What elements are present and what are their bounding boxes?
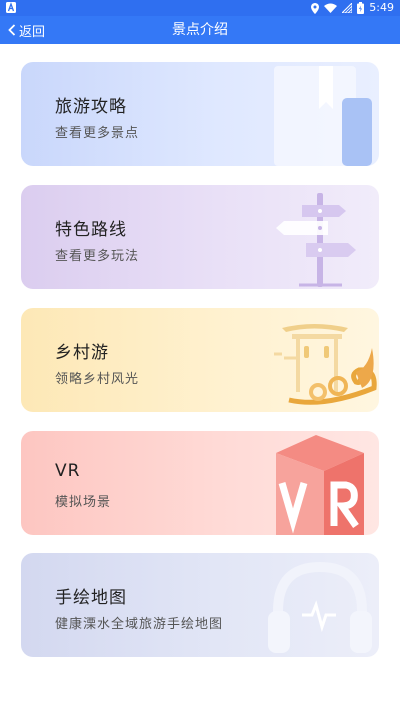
card-title: 手绘地图 xyxy=(55,588,127,608)
book-icon xyxy=(274,66,372,166)
card-rural-tour[interactable]: 乡村游 领略乡村风光 xyxy=(21,308,379,412)
chevron-left-icon xyxy=(8,24,16,36)
back-button[interactable]: 返回 xyxy=(8,16,45,44)
wifi-icon xyxy=(324,3,338,13)
status-bar: 5:49 xyxy=(0,0,400,16)
card-subtitle: 查看更多玩法 xyxy=(55,249,140,264)
card-title: 特色路线 xyxy=(55,220,127,240)
vr-cube-icon xyxy=(276,435,364,535)
headphones-icon xyxy=(268,561,372,653)
back-label: 返回 xyxy=(19,24,46,40)
card-title: 乡村游 xyxy=(55,343,109,363)
page-title: 景点介绍 xyxy=(172,22,228,38)
signal-icon xyxy=(342,3,353,13)
card-subtitle: 查看更多景点 xyxy=(55,126,140,141)
app-notification-icon xyxy=(6,2,16,13)
battery-icon xyxy=(357,2,365,14)
card-title: VR xyxy=(55,461,81,481)
card-hand-drawn-map[interactable]: 手绘地图 健康溧水全域旅游手绘地图 xyxy=(21,553,379,657)
card-featured-routes[interactable]: 特色路线 查看更多玩法 xyxy=(21,185,379,289)
card-subtitle: 健康溧水全域旅游手绘地图 xyxy=(55,617,224,632)
card-subtitle: 领略乡村风光 xyxy=(55,372,140,387)
card-vr[interactable]: VR 模拟场景 xyxy=(21,431,379,535)
location-icon xyxy=(311,2,320,14)
card-travel-guide[interactable]: 旅游攻略 查看更多景点 xyxy=(21,62,379,166)
nav-bar: 景点介绍 返回 xyxy=(0,16,400,44)
pavilion-cloud-icon xyxy=(274,324,377,405)
signpost-icon xyxy=(276,193,356,287)
status-time: 5:49 xyxy=(369,1,394,14)
card-title: 旅游攻略 xyxy=(55,97,127,117)
card-subtitle: 模拟场景 xyxy=(55,495,112,510)
